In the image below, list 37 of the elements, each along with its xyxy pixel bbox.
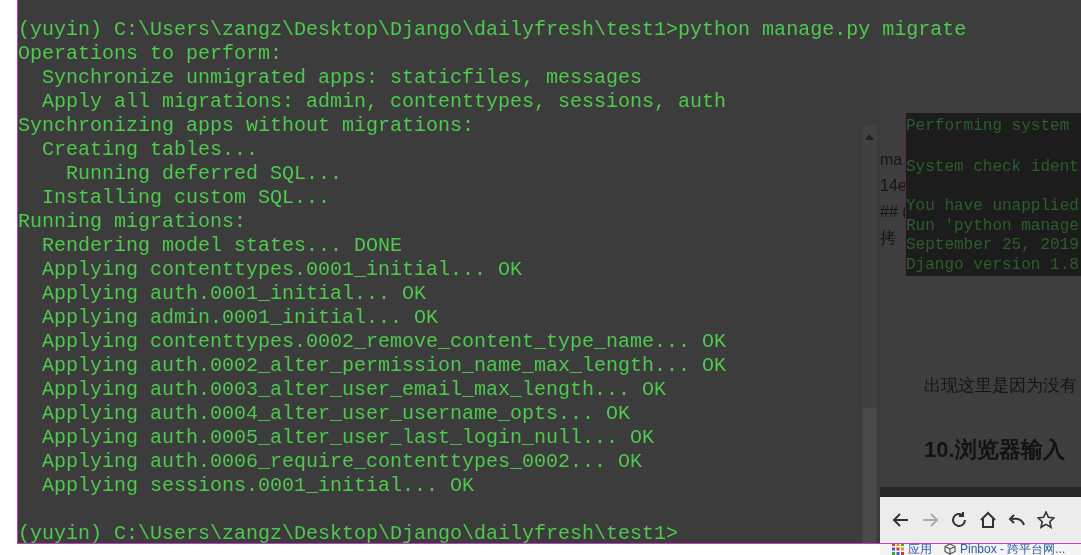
star-icon[interactable] [1037,511,1055,529]
output-line: Applying auth.0002_alter_permission_name_max_length... OK [41,354,727,378]
scroll-thumb[interactable] [863,408,876,543]
output-line: Applying auth.0005_alter_user_last_login_null... OK [41,426,655,450]
console-line: Run 'python manage [906,216,1079,236]
output-line: Installing custom SQL... [41,186,331,210]
apps-grid-icon [892,543,904,555]
output-line: Applying contenttypes.0001_initial... OK [41,258,523,282]
output-line: Synchronizing apps without migrations: [18,114,475,138]
output-line: Applying contenttypes.0002_remove_content_type_name... OK [41,330,727,354]
output-line: Applying auth.0004_alter_user_username_opts... OK [41,402,631,426]
output-line: Rendering model states... DONE [41,234,403,258]
bookmark-link[interactable]: Pinbox - 跨平台网... [944,543,1066,555]
prompt-line: (yuyin) C:\Users\zangz\Desktop\Django\dailyfresh\test1>python manage.py migrate [18,18,967,42]
scrollbar[interactable] [862,125,877,543]
reload-icon[interactable] [950,511,968,529]
cube-icon [944,543,956,555]
output-line: Operations to perform: [18,42,283,66]
console-line: System check ident [906,157,1079,177]
output-line: Running migrations: [18,210,247,234]
output-line: Creating tables... [41,138,259,162]
output-line: Synchronize unmigrated apps: staticfiles, messages [41,66,643,90]
output-line: Applying auth.0003_alter_user_email_max_length... OK [41,378,667,402]
output-line: Applying sessions.0001_initial... OK [41,474,475,498]
console-line: You have unapplied [906,197,1079,217]
output-line: Running deferred SQL... [65,162,343,186]
home-icon[interactable] [979,511,997,529]
back-icon[interactable] [892,511,910,529]
console-line: Performing system [906,117,1070,137]
output-line: Applying admin.0001_initial... OK [41,306,439,330]
undo-icon[interactable] [1008,513,1026,527]
output-line: Applying auth.0006_require_contenttypes_0002... OK [41,450,643,474]
output-line: Apply all migrations: admin, contenttypes, sessions, auth [41,90,727,114]
output-line: Applying auth.0001_initial... OK [41,282,427,306]
console-line: Django version 1.8 [906,255,1079,275]
prompt-line: (yuyin) C:\Users\zangz\Desktop\Django\dailyfresh\test1> [18,522,679,546]
console-line: September 25, 2019 [906,236,1079,256]
